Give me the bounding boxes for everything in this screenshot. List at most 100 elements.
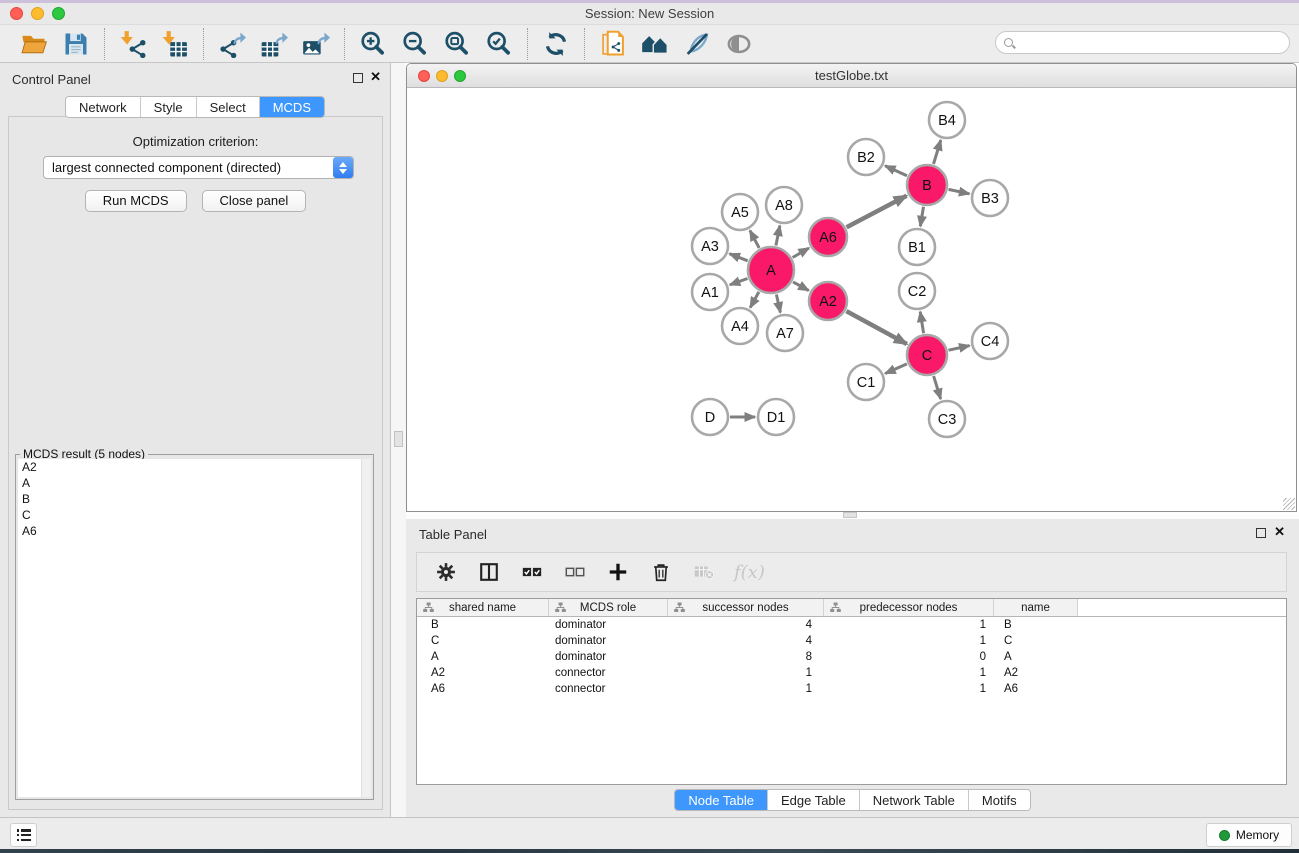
result-list-scrollbar[interactable] — [361, 459, 371, 797]
node-A5[interactable]: A5 — [722, 194, 758, 230]
horizontal-split-divider[interactable] — [406, 512, 1299, 519]
search-input[interactable] — [1019, 34, 1289, 52]
node-A4[interactable]: A4 — [722, 308, 758, 344]
refresh-view-button[interactable] — [538, 28, 574, 60]
import-network-button[interactable] — [115, 28, 151, 60]
network-canvas[interactable]: B4B2BB3A8A5A6A3B1AA1C2A2A4A7C4CC1C3DD1 — [407, 88, 1296, 511]
vertical-split-divider[interactable] — [391, 63, 406, 817]
edge-A-A6[interactable] — [793, 248, 809, 258]
column-header-predecessor-nodes[interactable]: predecessor nodes — [824, 599, 994, 616]
node-A1[interactable]: A1 — [692, 274, 728, 310]
divider-grip[interactable] — [843, 512, 857, 518]
tab-select[interactable]: Select — [197, 97, 260, 117]
table-row[interactable]: Bdominator41B — [417, 617, 1286, 633]
column-header-successor-nodes[interactable]: successor nodes — [668, 599, 824, 616]
node-A3[interactable]: A3 — [692, 228, 728, 264]
mcds-result-list[interactable]: A2ABCA6 — [18, 459, 371, 797]
node-A8[interactable]: A8 — [766, 187, 802, 223]
node-B3[interactable]: B3 — [972, 180, 1008, 216]
edge-A-A4[interactable] — [750, 292, 759, 308]
close-panel-icon[interactable]: ✕ — [1274, 525, 1285, 539]
open-session-button[interactable] — [16, 28, 52, 60]
float-panel-icon[interactable] — [1256, 528, 1266, 538]
window-resize-handle[interactable] — [1283, 498, 1295, 510]
home-button[interactable] — [637, 28, 673, 60]
node-D[interactable]: D — [692, 399, 728, 435]
node-A7[interactable]: A7 — [767, 315, 803, 351]
close-panel-button[interactable]: Close panel — [202, 190, 307, 212]
select-all-checkboxes-button[interactable] — [519, 559, 545, 585]
deselect-all-checkboxes-button[interactable] — [562, 559, 588, 585]
tab-style[interactable]: Style — [141, 97, 197, 117]
mcds-result-item[interactable]: B — [18, 491, 371, 507]
birdseye-view-button[interactable] — [721, 28, 757, 60]
node-C1[interactable]: C1 — [848, 364, 884, 400]
table-row[interactable]: A6connector11A6 — [417, 681, 1286, 697]
node-B4[interactable]: B4 — [929, 102, 965, 138]
column-header-MCDS-role[interactable]: MCDS role — [549, 599, 668, 616]
float-panel-icon[interactable] — [353, 73, 363, 83]
table-tab-edge-table[interactable]: Edge Table — [768, 790, 860, 810]
import-table-button[interactable] — [157, 28, 193, 60]
node-B2[interactable]: B2 — [848, 139, 884, 175]
table-tab-motifs[interactable]: Motifs — [969, 790, 1030, 810]
add-row-button[interactable] — [605, 559, 631, 585]
search-field[interactable] — [995, 31, 1290, 54]
mcds-result-item[interactable]: C — [18, 507, 371, 523]
table-row[interactable]: A2connector11A2 — [417, 665, 1286, 681]
node-B[interactable]: B — [907, 165, 947, 205]
table-tab-node-table[interactable]: Node Table — [675, 790, 768, 810]
tab-network[interactable]: Network — [66, 97, 141, 117]
divider-grip[interactable] — [394, 431, 403, 447]
node-C2[interactable]: C2 — [899, 273, 935, 309]
zoom-out-button[interactable] — [397, 28, 433, 60]
network-window-titlebar[interactable]: testGlobe.txt — [407, 64, 1296, 88]
edge-A-A8[interactable] — [776, 226, 780, 246]
settings-gear-button[interactable] — [433, 559, 459, 585]
export-image-button[interactable] — [298, 28, 334, 60]
close-panel-icon[interactable]: ✕ — [370, 70, 381, 84]
edge-A6-B[interactable] — [847, 196, 907, 228]
zoom-selected-button[interactable] — [481, 28, 517, 60]
edge-C-C3[interactable] — [934, 376, 941, 399]
node-C3[interactable]: C3 — [929, 401, 965, 437]
delete-row-button[interactable] — [648, 559, 674, 585]
edge-B-B3[interactable] — [949, 189, 970, 193]
export-table-button[interactable] — [256, 28, 292, 60]
edge-A-A1[interactable] — [730, 279, 748, 285]
new-network-from-selection-button[interactable] — [595, 28, 631, 60]
table-row[interactable]: Cdominator41C — [417, 633, 1286, 649]
table-tab-network-table[interactable]: Network Table — [860, 790, 969, 810]
criterion-select[interactable]: largest connected component (directed) — [43, 156, 354, 179]
zoom-fit-button[interactable] — [439, 28, 475, 60]
tab-mcds[interactable]: MCDS — [260, 97, 324, 117]
edge-B-B2[interactable] — [885, 166, 907, 176]
edge-A-A2[interactable] — [793, 282, 809, 291]
save-session-button[interactable] — [58, 28, 94, 60]
edge-A-A3[interactable] — [730, 254, 748, 261]
edge-B-B1[interactable] — [920, 207, 923, 227]
column-header-name[interactable]: name — [994, 599, 1078, 616]
edge-C-C1[interactable] — [885, 364, 907, 374]
node-C[interactable]: C — [907, 335, 947, 375]
export-network-button[interactable] — [214, 28, 250, 60]
edge-A-A7[interactable] — [776, 294, 780, 312]
main-titlebar[interactable]: Session: New Session — [0, 3, 1299, 25]
node-B1[interactable]: B1 — [899, 229, 935, 265]
show-columns-button[interactable] — [476, 559, 502, 585]
edge-C-C4[interactable] — [949, 346, 970, 351]
toggle-graphics-details-button[interactable] — [679, 28, 715, 60]
column-header-shared-name[interactable]: shared name — [417, 599, 549, 616]
edge-C-C2[interactable] — [920, 312, 923, 334]
node-A6[interactable]: A6 — [809, 218, 847, 256]
mcds-result-item[interactable]: A6 — [18, 523, 371, 539]
task-history-button[interactable] — [10, 823, 37, 847]
node-A2[interactable]: A2 — [809, 282, 847, 320]
edge-B-B4[interactable] — [934, 140, 941, 164]
run-mcds-button[interactable]: Run MCDS — [85, 190, 187, 212]
node-A[interactable]: A — [748, 247, 794, 293]
node-D1[interactable]: D1 — [758, 399, 794, 435]
table-row[interactable]: Adominator80A — [417, 649, 1286, 665]
memory-button[interactable]: Memory — [1206, 823, 1292, 847]
mcds-result-item[interactable]: A2 — [18, 459, 371, 475]
